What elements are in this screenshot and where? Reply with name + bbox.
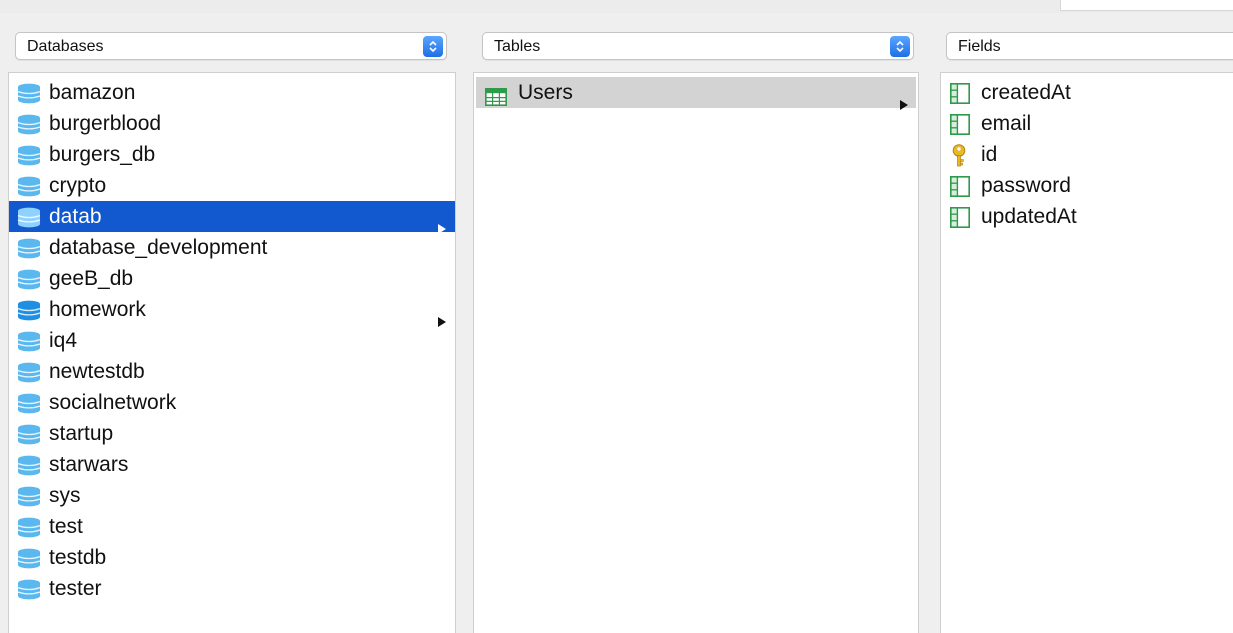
fields-popup-label: Fields [958,38,1001,55]
disclosure-arrow-icon [900,88,908,119]
database-item-homework[interactable]: homework [9,294,455,327]
database-icon [17,578,41,609]
database-label: sys [49,484,81,507]
tables-list: Users [473,72,919,633]
database-item-newtestdb[interactable]: newtestdb [9,356,455,387]
database-item-datab[interactable]: datab [9,201,455,234]
database-item-tester[interactable]: tester [9,573,455,604]
database-item-startup[interactable]: startup [9,418,455,449]
field-label: email [981,112,1032,135]
field-label: password [981,174,1071,197]
field-icon [950,206,970,237]
database-item-burgers_db[interactable]: burgers_db [9,139,455,170]
field-item-email[interactable]: email [941,108,1233,139]
tables-popup-stepper-icon [890,36,910,57]
databases-popup-label: Databases [27,38,104,55]
databases-popup[interactable]: Databases [15,32,447,60]
database-item-testdb[interactable]: testdb [9,542,455,573]
database-label: geeB_db [49,267,134,290]
database-item-crypto[interactable]: crypto [9,170,455,201]
database-item-database_development[interactable]: database_development [9,232,455,263]
database-item-burgerblood[interactable]: burgerblood [9,108,455,139]
database-label: homework [49,298,146,321]
table-label: Users [518,81,573,104]
database-label: socialnetwork [49,391,177,414]
fields-list: createdAt email id password updatedAt [940,72,1233,633]
database-label: burgers_db [49,143,156,166]
database-label: starwars [49,453,129,476]
database-item-test[interactable]: test [9,511,455,542]
table-item-users[interactable]: Users [476,77,916,110]
database-item-geeB_db[interactable]: geeB_db [9,263,455,294]
database-label: startup [49,422,114,445]
field-item-id[interactable]: id [941,139,1233,170]
database-label: bamazon [49,81,136,104]
database-label: newtestdb [49,360,145,383]
table-icon [485,84,507,115]
search-field-edge[interactable] [1060,0,1233,11]
database-item-iq4[interactable]: iq4 [9,325,455,356]
field-label: id [981,143,998,166]
fields-popup[interactable]: Fields [946,32,1233,60]
database-label: iq4 [49,329,78,352]
field-label: createdAt [981,81,1071,104]
database-label: tester [49,577,102,600]
database-item-sys[interactable]: sys [9,480,455,511]
database-item-bamazon[interactable]: bamazon [9,77,455,108]
field-item-updatedat[interactable]: updatedAt [941,201,1233,232]
field-label: updatedAt [981,205,1077,228]
database-label: test [49,515,83,538]
database-item-starwars[interactable]: starwars [9,449,455,480]
databases-popup-stepper-icon [423,36,443,57]
toolbar-strip [0,0,1233,13]
database-label: burgerblood [49,112,162,135]
tables-popup-label: Tables [494,38,541,55]
field-item-createdat[interactable]: createdAt [941,77,1233,108]
field-item-password[interactable]: password [941,170,1233,201]
database-label: crypto [49,174,107,197]
database-label: testdb [49,546,107,569]
database-label: datab [49,205,102,228]
database-label: database_development [49,236,268,259]
databases-list: bamazon burgerblood burgers_dbcrypto datab d… [8,72,456,633]
database-item-socialnetwork[interactable]: socialnetwork [9,387,455,418]
tables-popup[interactable]: Tables [482,32,914,60]
